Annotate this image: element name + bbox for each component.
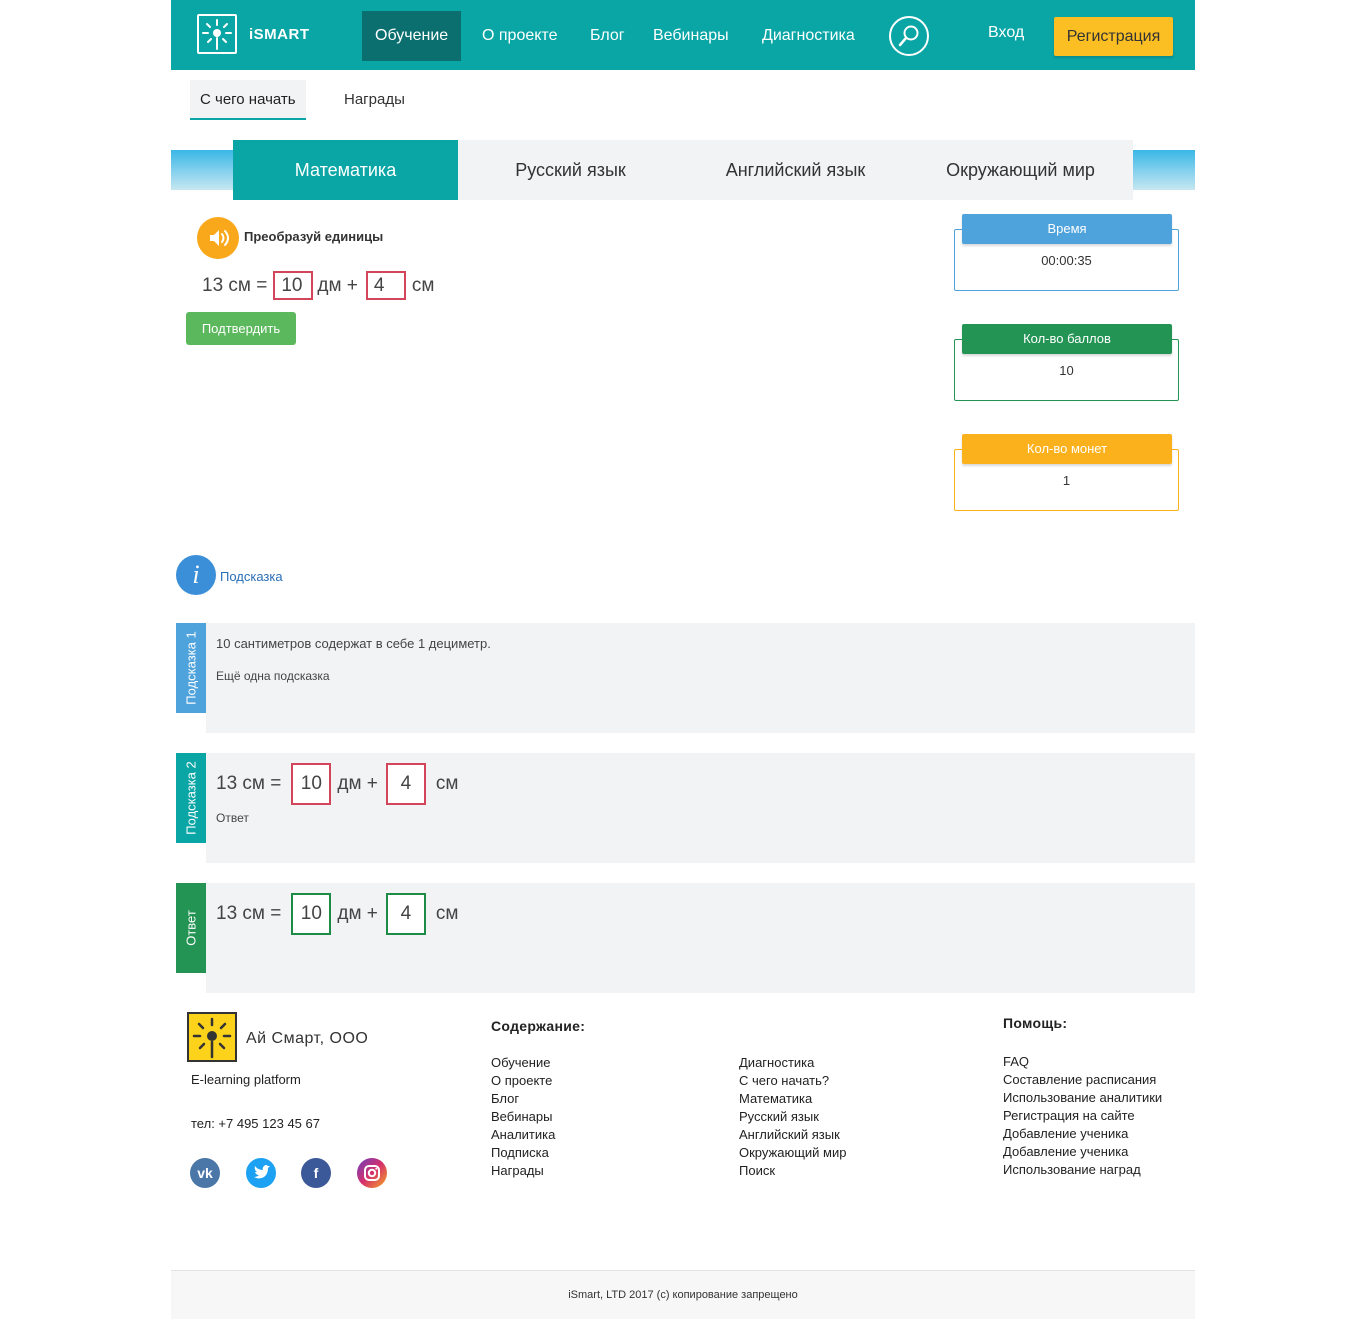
ismart-logo-icon[interactable] [197,14,237,54]
nav-obuchenie[interactable]: Обучение [362,11,462,61]
help-link[interactable]: Добавление ученика [1003,1143,1162,1161]
footer-link[interactable]: Аналитика [491,1126,555,1144]
hint2-unit-dm: дм + [337,773,378,794]
register-button[interactable]: Регистрация [1054,17,1173,56]
hint1-text: 10 сантиметров содержат в себе 1 децимет… [216,636,491,651]
footer-tagline: E-learning platform [191,1072,301,1087]
twitter-icon[interactable] [246,1158,276,1188]
answer-unit-dm: дм + [337,903,378,924]
subject-tabs: Математика Русский язык Английский язык … [233,140,1133,200]
nav-blog[interactable]: Блог [577,11,638,61]
answer-equation: 13 см = 10 дм + 4 см [216,893,458,935]
hint2-value-dm: 10 [291,763,332,805]
footer-link[interactable]: Обучение [491,1054,555,1072]
answer-value-dm: 10 [291,893,332,935]
answer-lhs: 13 см = [216,903,282,924]
help-link[interactable]: FAQ [1003,1053,1162,1071]
login-link[interactable]: Вход [988,24,1024,42]
answer-input-cm[interactable]: 4 [365,271,406,300]
footer-link[interactable]: Математика [739,1090,846,1108]
subnav-awards[interactable]: Награды [334,80,415,120]
footer-link[interactable]: О проекте [491,1072,555,1090]
task-equation: 13 см = 10 дм + 4 см [202,271,434,300]
footer-link[interactable]: Русский язык [739,1108,846,1126]
help-link[interactable]: Добавление ученика [1003,1125,1162,1143]
answer-value-cm: 4 [385,893,426,935]
copyright: iSmart, LTD 2017 (c) копирование запреще… [568,1289,798,1301]
footer-link[interactable]: С чего начать? [739,1072,846,1090]
tab-world[interactable]: Окружающий мир [908,140,1133,200]
answer-input-dm[interactable]: 10 [273,271,314,300]
footer-link[interactable]: Вебинары [491,1108,555,1126]
help-link[interactable]: Использование наград [1003,1161,1162,1179]
hint1-tab[interactable]: Подсказка 1 [176,623,206,713]
help-link[interactable]: Составление расписания [1003,1071,1162,1089]
footer-link[interactable]: Окружающий мир [739,1144,846,1162]
unit-dm: дм + [317,274,358,296]
info-icon[interactable]: i [176,555,216,595]
instagram-icon[interactable] [357,1158,387,1188]
footer-help-list: FAQ Составление расписания Использование… [1003,1053,1162,1179]
logo-text[interactable]: iSMART [249,26,310,43]
footer-bottom-bar: iSmart, LTD 2017 (c) копирование запреще… [171,1270,1195,1319]
tab-russian[interactable]: Русский язык [458,140,683,200]
tab-english[interactable]: Английский язык [683,140,908,200]
time-value: 00:00:35 [1041,253,1092,268]
nav-diagnostika[interactable]: Диагностика [749,11,868,61]
hint2-value-cm: 4 [385,763,426,805]
top-header: iSMART Обучение О проекте Блог Вебинары … [171,0,1195,70]
footer-phone: тел: +7 495 123 45 67 [191,1116,320,1131]
hint-link[interactable]: Подсказка [220,569,283,584]
points-label: Кол-во баллов [962,324,1172,354]
footer-col2: Диагностика С чего начать? Математика Ру… [739,1054,846,1180]
footer-col1: Обучение О проекте Блог Вебинары Аналити… [491,1054,555,1180]
unit-cm: см [411,274,435,296]
hint2-tab[interactable]: Подсказка 2 [176,753,206,843]
footer-link[interactable]: Поиск [739,1162,846,1180]
hint2-unit-cm: см [435,773,459,794]
footer-help-head: Помощь: [1003,1015,1068,1031]
footer-company: Ай Смарт, ООО [246,1030,369,1047]
footer-link[interactable]: Подписка [491,1144,555,1162]
footer-link[interactable]: Блог [491,1090,555,1108]
footer-logo-icon [187,1012,237,1062]
speaker-icon[interactable] [197,217,239,259]
tab-math[interactable]: Математика [233,140,458,200]
coins-value: 1 [1062,473,1071,488]
help-link[interactable]: Использование аналитики [1003,1089,1162,1107]
facebook-icon[interactable]: f [301,1158,331,1188]
subnav-start[interactable]: С чего начать [190,80,306,120]
time-label: Время [962,214,1172,244]
hint2-tab-label: Подсказка 2 [183,761,199,835]
hint2-subtext: Ответ [216,811,249,825]
search-icon[interactable] [889,16,929,56]
footer-link[interactable]: Диагностика [739,1054,846,1072]
footer-link[interactable]: Награды [491,1162,555,1180]
answer-unit-cm: см [435,903,459,924]
help-link[interactable]: Регистрация на сайте [1003,1107,1162,1125]
footer-link[interactable]: Английский язык [739,1126,846,1144]
coins-label: Кол-во монет [962,434,1172,464]
hint2-equation: 13 см = 10 дм + 4 см [216,763,458,805]
footer-contents-head: Содержание: [491,1018,586,1034]
answer-tab[interactable]: Ответ [176,883,206,973]
vk-icon[interactable]: vk [190,1158,220,1188]
points-value: 10 [1059,363,1074,378]
hint1-tab-label: Подсказка 1 [183,631,199,705]
hint1-subtext: Ещё одна подсказка [216,669,330,683]
nav-webinars[interactable]: Вебинары [640,11,742,61]
answer-tab-label: Ответ [183,910,199,946]
nav-o-proekte[interactable]: О проекте [469,11,570,61]
confirm-button[interactable]: Подтвердить [186,312,296,345]
hint2-lhs: 13 см = [216,773,282,794]
equation-lhs: 13 см = [202,274,268,296]
task-title: Преобразуй единицы [244,229,384,244]
